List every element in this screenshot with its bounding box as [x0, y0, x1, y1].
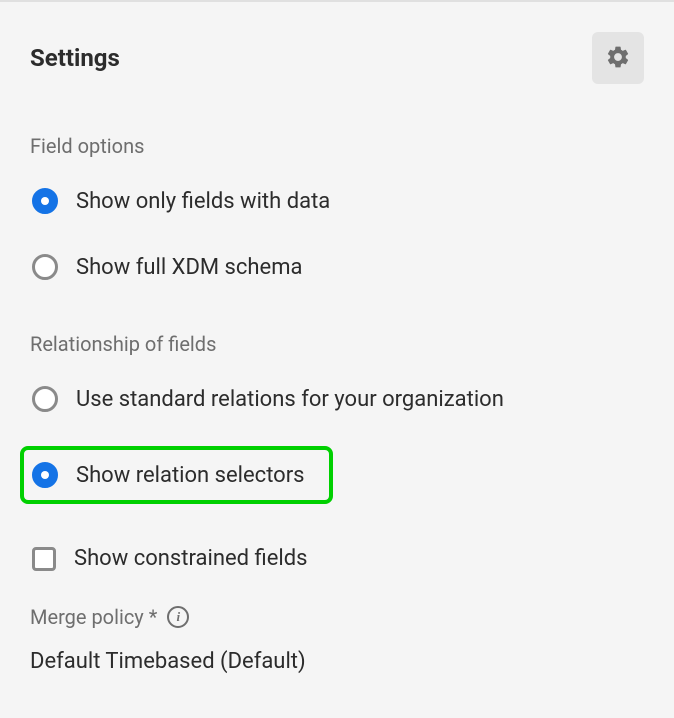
- field-options-label: Field options: [30, 134, 644, 158]
- info-icon[interactable]: i: [167, 606, 189, 628]
- merge-policy-row: Merge policy * i: [30, 605, 644, 629]
- relationship-label: Relationship of fields: [30, 332, 644, 356]
- radio-icon: [32, 188, 58, 214]
- radio-label: Show only fields with data: [76, 189, 330, 214]
- radio-use-standard-relations[interactable]: Use standard relations for your organiza…: [30, 380, 644, 418]
- settings-panel: Settings Field options Show only fields …: [0, 2, 674, 704]
- checkbox-show-constrained-fields[interactable]: Show constrained fields: [30, 540, 644, 577]
- panel-header: Settings: [30, 32, 644, 84]
- radio-icon: [32, 462, 58, 488]
- radio-show-full-xdm-schema[interactable]: Show full XDM schema: [30, 248, 644, 286]
- radio-show-only-fields-with-data[interactable]: Show only fields with data: [30, 182, 644, 220]
- radio-show-relation-selectors[interactable]: Show relation selectors: [20, 446, 333, 504]
- radio-label: Use standard relations for your organiza…: [76, 387, 504, 412]
- page-title: Settings: [30, 44, 120, 72]
- radio-icon: [32, 254, 58, 280]
- checkbox-icon: [32, 547, 56, 571]
- merge-policy-label: Merge policy *: [30, 605, 157, 629]
- gear-icon: [605, 44, 631, 73]
- radio-label: Show relation selectors: [76, 463, 305, 488]
- radio-label: Show full XDM schema: [76, 255, 302, 280]
- checkbox-label: Show constrained fields: [74, 546, 307, 571]
- merge-policy-value[interactable]: Default Timebased (Default): [30, 649, 644, 674]
- radio-icon: [32, 386, 58, 412]
- settings-gear-button[interactable]: [592, 32, 644, 84]
